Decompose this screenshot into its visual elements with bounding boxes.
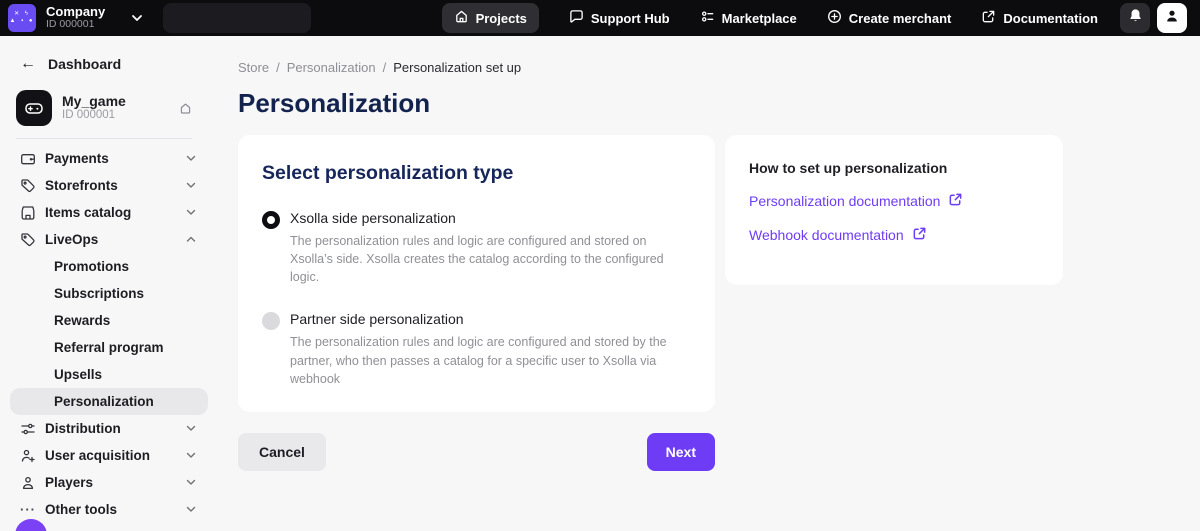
external-link-icon: [912, 226, 927, 244]
help-card: How to set up personalization Personaliz…: [725, 135, 1063, 285]
nav-support-hub[interactable]: Support Hub: [569, 9, 670, 27]
nav-create-merchant[interactable]: Create merchant: [827, 9, 952, 27]
sidebar: ← Dashboard My_game ID 000001 Payments: [0, 36, 208, 531]
notifications-button[interactable]: [1120, 3, 1150, 33]
help-heading: How to set up personalization: [749, 160, 1039, 176]
bell-icon: [1128, 8, 1143, 28]
breadcrumb: Store / Personalization / Personalizatio…: [238, 60, 1200, 75]
sidebar-item-players[interactable]: Players: [0, 469, 208, 496]
sidebar-item-liveops[interactable]: LiveOps: [0, 226, 208, 253]
personalization-type-card: Select personalization type Xsolla side …: [238, 135, 715, 412]
nav-projects[interactable]: Projects: [442, 3, 539, 33]
topbar-nav: Projects Support Hub Marketplace Create …: [442, 3, 1098, 33]
home-icon[interactable]: [179, 102, 192, 115]
chat-bubble-icon: [569, 9, 584, 27]
breadcrumb-separator: /: [276, 60, 280, 75]
sidebar-item-referral-program[interactable]: Referral program: [0, 334, 208, 361]
option-label: Partner side personalization: [290, 311, 691, 327]
personalization-documentation-link[interactable]: Personalization documentation: [749, 192, 1039, 210]
plus-circle-icon: [827, 9, 842, 27]
breadcrumb-personalization[interactable]: Personalization: [287, 60, 376, 75]
chevron-down-icon: [186, 209, 196, 216]
list-settings-icon: [700, 9, 715, 27]
chevron-down-icon: [186, 506, 196, 513]
tag-icon: [20, 178, 36, 194]
company-id: ID 000001: [46, 19, 105, 31]
divider: [16, 138, 192, 139]
user-icon: [1164, 8, 1180, 29]
nav-label: Marketplace: [722, 11, 797, 26]
radio-selected-icon[interactable]: [262, 211, 280, 229]
account-button[interactable]: [1157, 3, 1187, 33]
shop-icon: [20, 205, 36, 221]
option-xsolla-side[interactable]: Xsolla side personalization The personal…: [262, 210, 691, 286]
home-icon: [454, 9, 469, 27]
logo-glyphs: ▲ ▪ ●: [9, 18, 34, 25]
sidebar-item-storefronts[interactable]: Storefronts: [0, 172, 208, 199]
external-link-icon: [948, 192, 963, 210]
back-to-dashboard[interactable]: ← Dashboard: [0, 52, 208, 76]
main-content: Store / Personalization / Personalizatio…: [208, 36, 1200, 531]
logo-glyphs: ✕ ϟ: [14, 11, 30, 18]
ellipsis-icon: ···: [20, 502, 36, 517]
chevron-up-icon: [186, 236, 196, 243]
nav-label: Create merchant: [849, 11, 952, 26]
user-icon: [20, 475, 36, 491]
radio-unselected-icon[interactable]: [262, 312, 280, 330]
chevron-down-icon: [186, 155, 196, 162]
sidebar-item-upsells[interactable]: Upsells: [0, 361, 208, 388]
chevron-down-icon: [186, 479, 196, 486]
chevron-down-icon: [186, 452, 196, 459]
company-name: Company: [46, 5, 105, 19]
project-id: ID 000001: [62, 109, 126, 122]
project-name: My_game: [62, 93, 126, 109]
sidebar-item-personalization[interactable]: Personalization: [10, 388, 208, 415]
user-plus-icon: [20, 448, 36, 464]
form-actions: Cancel Next: [238, 433, 715, 471]
sidebar-item-promotions[interactable]: Promotions: [0, 253, 208, 280]
nav-label: Documentation: [1003, 11, 1098, 26]
sidebar-item-user-acquisition[interactable]: User acquisition: [0, 442, 208, 469]
option-description: The personalization rules and logic are …: [290, 333, 691, 387]
sidebar-item-payments[interactable]: Payments: [0, 145, 208, 172]
nav-label: Projects: [476, 11, 527, 26]
option-description: The personalization rules and logic are …: [290, 232, 691, 286]
company-logo-icon[interactable]: ✕ ϟ ▲ ▪ ●: [8, 4, 36, 32]
back-label: Dashboard: [48, 56, 121, 72]
sidebar-item-subscriptions[interactable]: Subscriptions: [0, 280, 208, 307]
chevron-down-icon: [186, 182, 196, 189]
sidebar-item-rewards[interactable]: Rewards: [0, 307, 208, 334]
sidebar-item-distribution[interactable]: Distribution: [0, 415, 208, 442]
breadcrumb-current: Personalization set up: [393, 60, 521, 75]
tag-icon: [20, 232, 36, 248]
card-heading: Select personalization type: [262, 162, 691, 185]
nav-documentation[interactable]: Documentation: [981, 9, 1098, 27]
chevron-down-icon: [186, 425, 196, 432]
nav-marketplace[interactable]: Marketplace: [700, 9, 797, 27]
next-button[interactable]: Next: [647, 433, 715, 471]
sliders-icon: [20, 421, 36, 437]
nav-label: Support Hub: [591, 11, 670, 26]
wallet-icon: [20, 151, 36, 167]
option-label: Xsolla side personalization: [290, 210, 691, 226]
cancel-button[interactable]: Cancel: [238, 433, 326, 471]
sidebar-item-items-catalog[interactable]: Items catalog: [0, 199, 208, 226]
breadcrumb-separator: /: [383, 60, 387, 75]
topbar-search-panel[interactable]: [163, 3, 311, 33]
webhook-documentation-link[interactable]: Webhook documentation: [749, 226, 1039, 244]
option-partner-side[interactable]: Partner side personalization The persona…: [262, 311, 691, 387]
company-switcher[interactable]: Company ID 000001: [46, 5, 105, 31]
page-title: Personalization: [238, 88, 1200, 119]
topbar: ✕ ϟ ▲ ▪ ● Company ID 000001 Projects Sup…: [0, 0, 1200, 36]
project-selector[interactable]: My_game ID 000001: [16, 90, 192, 126]
back-arrow-icon: ←: [20, 56, 36, 72]
gamepad-icon: [16, 90, 52, 126]
chevron-down-icon[interactable]: [131, 14, 143, 22]
external-link-icon: [981, 9, 996, 27]
breadcrumb-store[interactable]: Store: [238, 60, 269, 75]
